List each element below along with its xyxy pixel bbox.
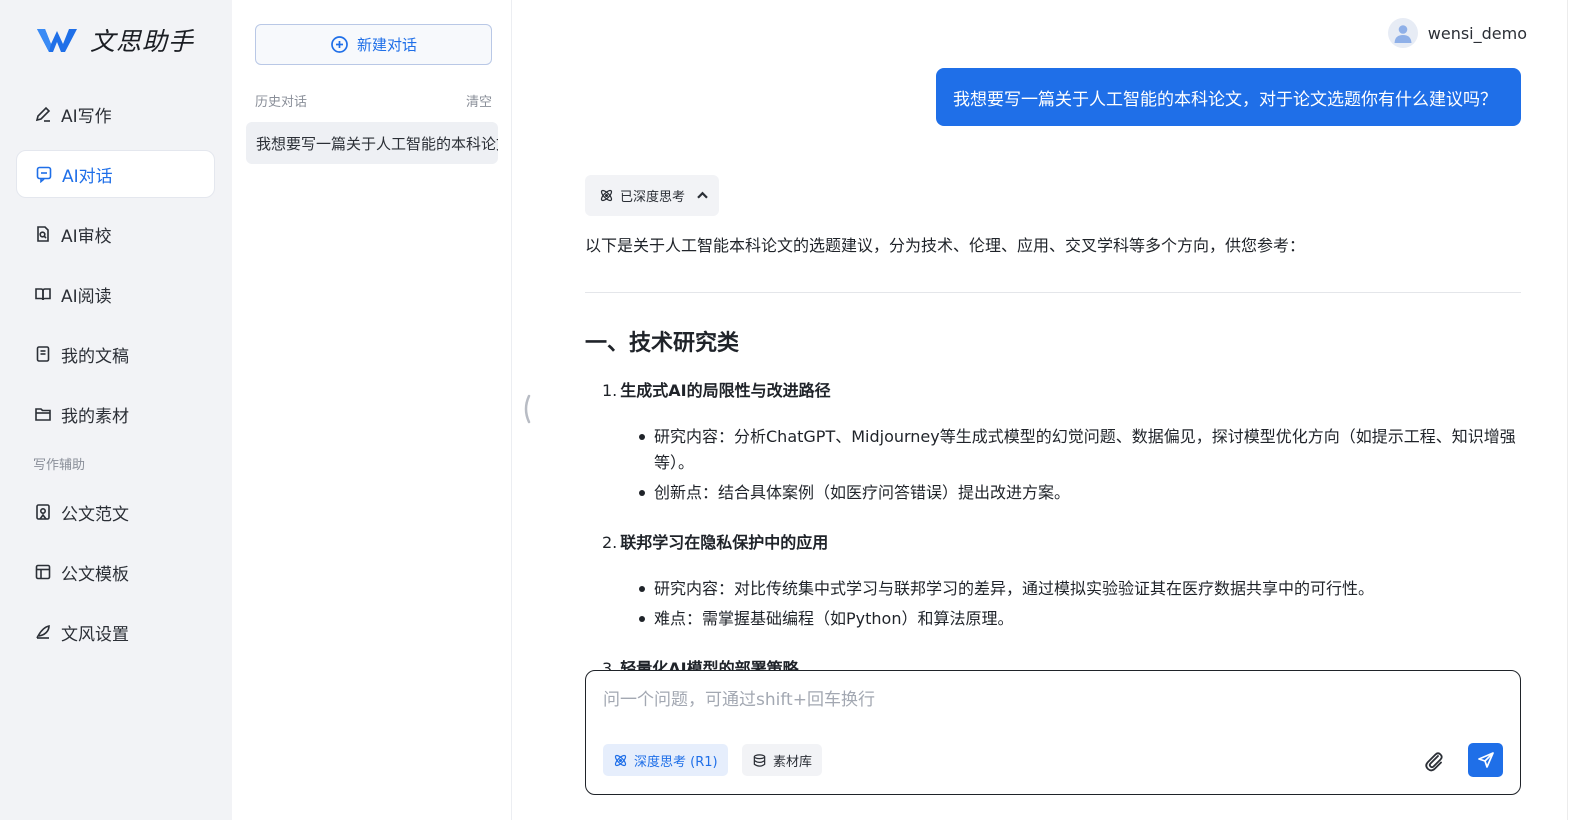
chat-icon [36,166,52,183]
topic-section: 2. 联邦学习在隐私保护中的应用 研究内容：对比传统集中式学习与联邦学习的差异，通… [585,530,1521,632]
topic-title: 3. 轻量化AI模型的部署策略 [602,656,1521,670]
database-icon [753,753,766,767]
document-icon [36,346,50,362]
deep-think-toggle[interactable]: 已深度思考 [585,175,719,216]
bullet-item: 研究内容：对比传统集中式学习与联邦学习的差异，通过模拟实验验证其在医疗数据共享中… [639,576,1521,602]
sidebar-item-label: 文风设置 [61,624,129,645]
history-item[interactable]: 我想要写一篇关于人工智能的本科论文，对于论文选题你有什么建议吗？ [246,122,498,164]
assistant-message: 以下是关于人工智能本科论文的选题建议，分为技术、伦理、应用、交叉学科等多个方向，… [585,232,1521,670]
sidebar-item-label: AI审校 [61,226,112,247]
topic-section: 1. 生成式AI的局限性与改进路径 研究内容：分析ChatGPT、Midjourn… [585,378,1521,506]
new-chat-button[interactable]: 新建对话 [255,24,492,65]
topic-bullets: 研究内容：对比传统集中式学习与联邦学习的差异，通过模拟实验验证其在医疗数据共享中… [602,576,1521,632]
pen-icon [35,106,51,122]
topic-title: 2. 联邦学习在隐私保护中的应用 [602,530,1521,556]
sidebar-item-ai-review[interactable]: AI审校 [16,210,215,258]
topic-title: 1. 生成式AI的局限性与改进路径 [602,378,1521,404]
sidebar-item-label: AI对话 [62,166,113,187]
sidebar-item-label: 公文范文 [61,504,129,525]
avatar [1387,18,1418,48]
material-library-chip[interactable]: 素材库 [742,744,823,776]
bullet-item: 创新点：结合具体案例（如医疗问答错误）提出改进方案。 [639,480,1521,506]
atom-icon [614,754,627,766]
chevron-up-icon [697,191,708,199]
deep-think-chip[interactable]: 深度思考 (R1) [603,744,728,776]
deep-think-chip-label: 深度思考 (R1) [634,754,718,770]
folder-icon [35,408,51,421]
sidebar-item-label: 我的素材 [61,406,129,427]
user-menu[interactable]: wensi_demo [1387,18,1527,48]
sidebar: 文思助手 AI写作 AI对话 AI审校 AI阅读 我的文稿 我的素材 写作辅助 … [0,0,232,820]
topic-bullets: 研究内容：分析ChatGPT、Midjourney等生成式模型的幻觉问题、数据偏… [602,424,1521,506]
sidebar-item-official-templates[interactable]: 公文模板 [16,548,215,596]
history-header: 历史对话 清空 [255,91,492,110]
topic-title-text: 轻量化AI模型的部署策略 [620,659,799,670]
history-panel: 新建对话 历史对话 清空 我想要写一篇关于人工智能的本科论文，对于论文选题你有什… [232,0,512,820]
answer-heading: 一、技术研究类 [585,331,740,356]
app-root: 文思助手 AI写作 AI对话 AI审校 AI阅读 我的文稿 我的素材 写作辅助 … [0,0,1575,820]
divider [585,292,1521,293]
sidebar-item-label: AI阅读 [61,286,112,307]
user-message-bubble: 我想要写一篇关于人工智能的本科论文，对于论文选题你有什么建议吗？ [936,68,1521,126]
sidebar-item-my-materials[interactable]: 我的素材 [16,390,215,438]
username: wensi_demo [1427,23,1527,43]
scrollbar[interactable] [1567,0,1575,820]
app-name: 文思助手 [90,27,195,56]
sidebar-item-ai-reading[interactable]: AI阅读 [16,270,215,318]
topic-number: 2. [602,533,618,552]
chat-input[interactable] [603,685,1503,715]
chat-main: wensi_demo 我想要写一篇关于人工智能的本科论文，对于论文选题你有什么建… [512,0,1567,820]
send-button[interactable] [1468,743,1503,777]
feather-icon [36,625,50,639]
sidebar-item-label: AI写作 [61,106,112,127]
sidebar-section-label: 写作辅助 [33,457,86,473]
logo[interactable]: 文思助手 [36,22,194,58]
clear-history-button[interactable]: 清空 [466,91,492,110]
answer-intro: 以下是关于人工智能本科论文的选题建议，分为技术、伦理、应用、交叉学科等多个方向，… [585,236,1306,255]
sample-icon [36,504,50,520]
book-icon [35,288,51,301]
sidebar-item-ai-writing[interactable]: AI写作 [16,90,215,138]
sidebar-item-my-documents[interactable]: 我的文稿 [16,330,215,378]
topic-number: 3. [602,659,618,670]
sidebar-nav: AI写作 AI对话 AI审校 AI阅读 我的文稿 我的素材 写作辅助 公文范文 … [16,90,215,668]
sidebar-item-label: 公文模板 [61,564,129,585]
topic-title-text: 联邦学习在隐私保护中的应用 [620,533,829,552]
atom-icon [600,189,613,202]
paperclip-icon[interactable] [1422,749,1446,773]
sidebar-item-label: 我的文稿 [61,346,129,367]
sidebar-item-official-samples[interactable]: 公文范文 [16,488,215,536]
sidebar-item-style-settings[interactable]: 文风设置 [16,608,215,656]
bullet-item: 难点：需掌握基础编程（如Python）和算法原理。 [639,606,1521,632]
deep-think-label: 已深度思考 [620,190,686,205]
sidebar-item-ai-chat[interactable]: AI对话 [16,150,215,198]
plus-circle-icon [331,36,348,53]
template-icon [35,564,51,580]
send-icon [1477,752,1494,768]
user-icon [1394,25,1412,43]
history-title: 历史对话 [255,95,308,110]
topic-section: 3. 轻量化AI模型的部署策略 [585,656,1521,670]
material-library-label: 素材库 [773,754,813,770]
new-chat-label: 新建对话 [356,36,417,54]
logo-icon [37,29,77,52]
bullet-item: 研究内容：分析ChatGPT、Midjourney等生成式模型的幻觉问题、数据偏… [639,424,1521,476]
chat-input-box: 深度思考 (R1) 素材库 [585,670,1521,795]
review-icon [37,226,49,242]
topic-number: 1. [602,381,618,400]
topic-title-text: 生成式AI的局限性与改进路径 [620,381,831,400]
